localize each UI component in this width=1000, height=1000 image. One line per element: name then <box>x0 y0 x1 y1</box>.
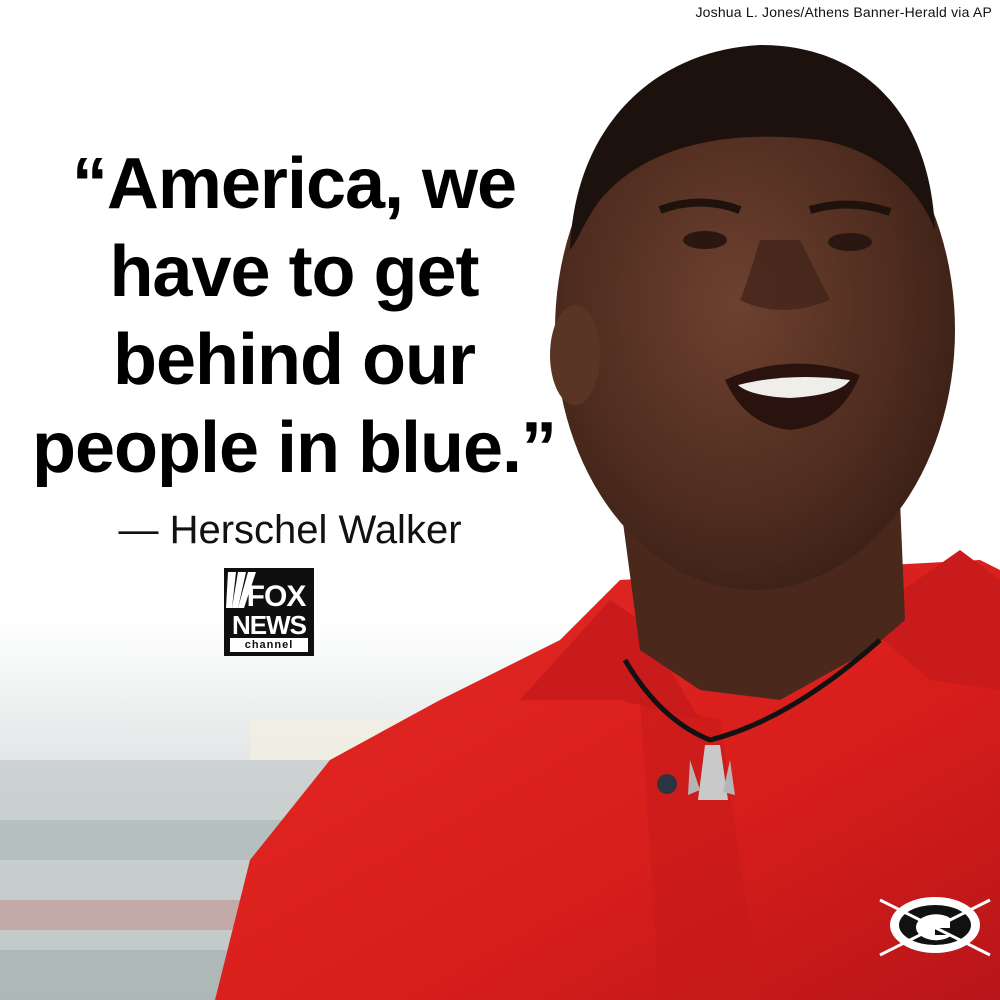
quote-line: people in blue.” <box>31 408 557 488</box>
photo-credit: Joshua L. Jones/Athens Banner-Herald via… <box>695 4 992 20</box>
shirt-button <box>657 774 677 794</box>
fox-news-logo-icon: FOX NEWS channel <box>224 568 314 656</box>
quote-line: behind our <box>113 320 476 400</box>
social-quote-card: Joshua L. Jones/Athens Banner-Herald via… <box>0 0 1000 1000</box>
quote-line: have to get <box>109 232 479 312</box>
quote-line: “America, we <box>71 144 517 224</box>
quote-text: “America, we have to get behind our peop… <box>24 140 564 492</box>
logo-word-channel: channel <box>230 638 308 652</box>
quote-attribution: — Herschel Walker <box>118 508 462 552</box>
logo-word-fox: FOX <box>246 580 307 613</box>
logo-word-news: NEWS <box>232 610 307 640</box>
